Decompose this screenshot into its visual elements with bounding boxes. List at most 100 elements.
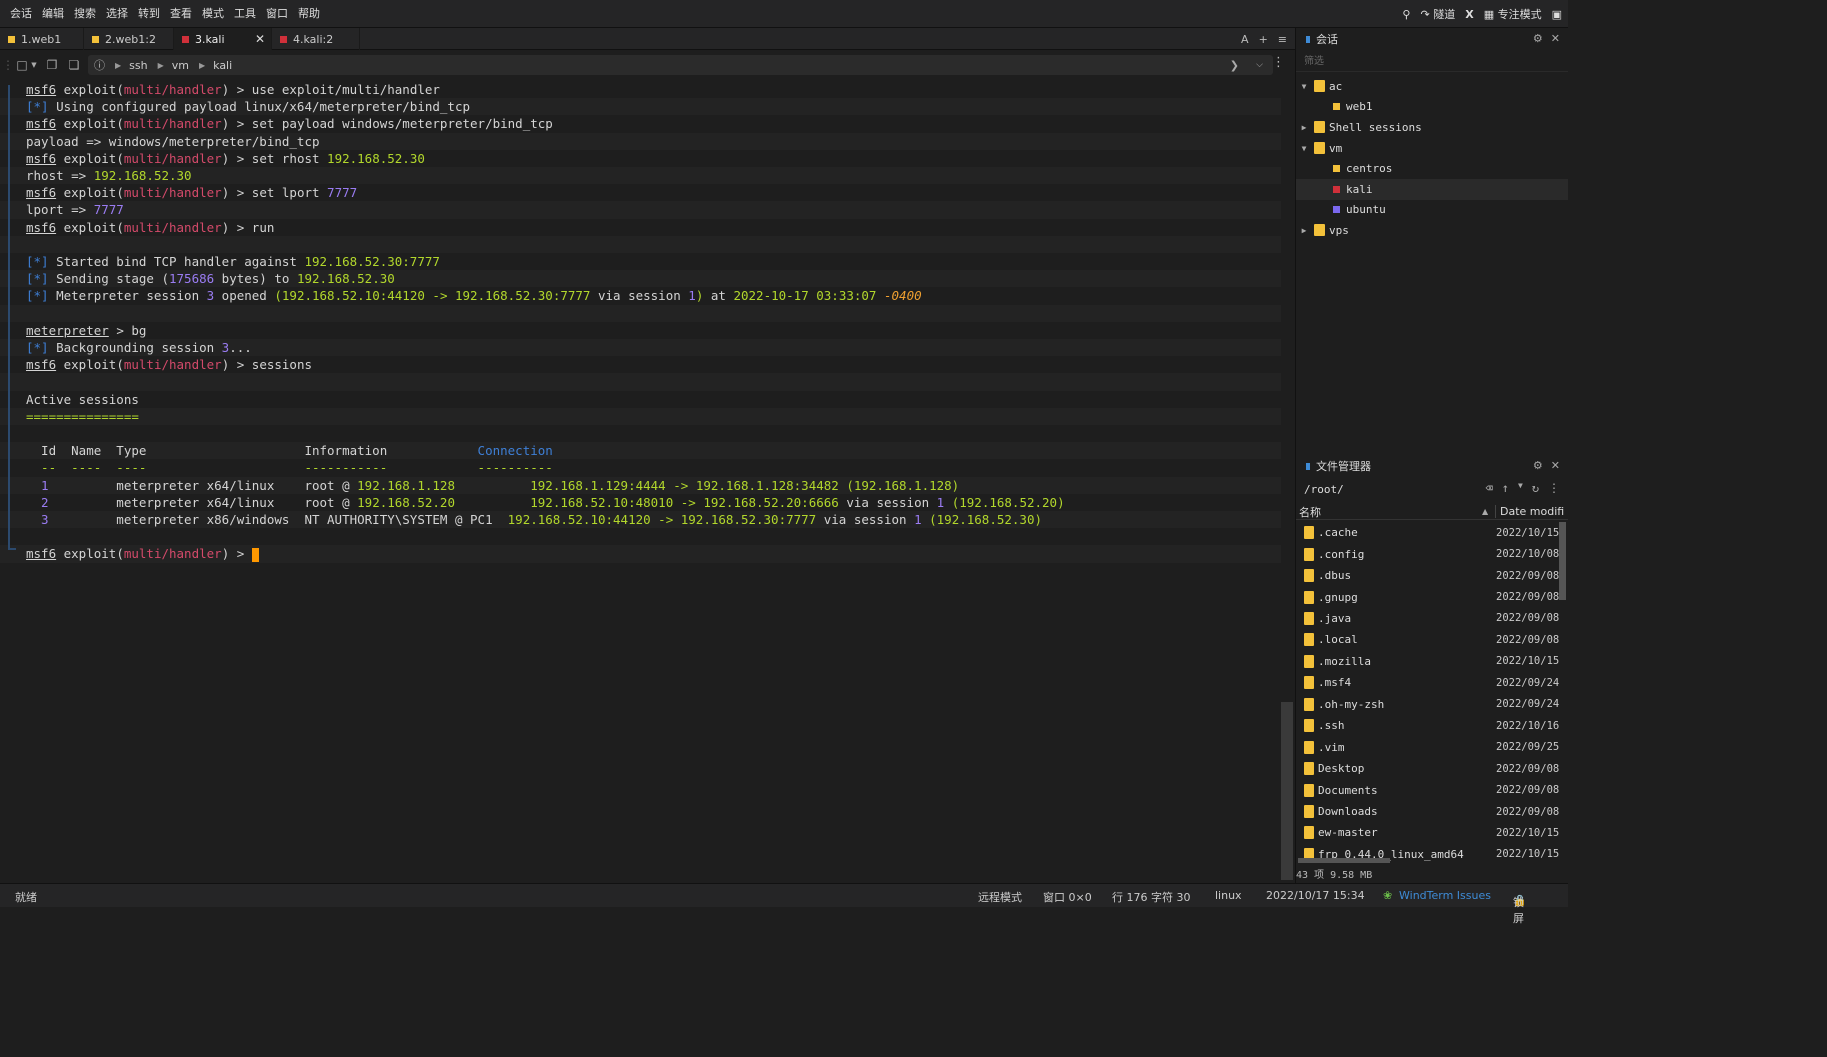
file-row[interactable]: .config 2022/10/08 (1296, 543, 1559, 564)
file-row[interactable]: .ssh 2022/10/16 (1296, 715, 1559, 736)
focus-icon: ▦ (1483, 8, 1495, 21)
tab-menu-icon[interactable]: ≡ (1278, 33, 1287, 46)
chevron-right-icon[interactable]: ▶ (1298, 226, 1310, 235)
breadcrumb-vm[interactable]: vm (172, 59, 189, 72)
menu-goto[interactable]: 转到 (133, 0, 165, 28)
file-date: 2022/09/08 (1496, 784, 1560, 797)
terminal-line: msf6 exploit(multi/handler) > set rhost … (0, 150, 1281, 167)
tab-kali-2[interactable]: 4.kali:2 (272, 28, 360, 50)
output-fold-bar[interactable] (8, 85, 10, 550)
focus-mode-button[interactable]: ▦ 专注模式 (1484, 6, 1542, 22)
new-session-icon[interactable]: □ (14, 57, 30, 73)
more-icon[interactable]: ⋮ (1548, 481, 1560, 495)
column-name[interactable]: 名称 (1299, 504, 1489, 520)
terminal-line (0, 304, 1281, 322)
font-icon[interactable]: A (1241, 33, 1249, 46)
file-row[interactable]: .mozilla 2022/10/15 (1296, 651, 1559, 672)
session-tree-item[interactable]: web1 (1296, 97, 1568, 118)
chevron-down-icon[interactable]: ▼ (1298, 144, 1310, 153)
session-tree-item[interactable]: centros (1296, 158, 1568, 179)
clear-icon[interactable]: ⌫ (1485, 481, 1492, 495)
session-tree-item[interactable]: ▼ ac (1296, 76, 1568, 97)
tab-kali[interactable]: 3.kali ✕ (174, 28, 272, 50)
file-row[interactable]: .vim 2022/09/25 (1296, 737, 1559, 758)
chevron-down-icon[interactable]: ▼ (1298, 82, 1310, 91)
chevron-right-icon[interactable]: ▶ (1298, 123, 1310, 132)
file-row[interactable]: .dbus 2022/09/08 (1296, 565, 1559, 586)
terminal-line: [*] Backgrounding session 3... (0, 339, 1281, 357)
more-icon[interactable]: ⋮ (1272, 55, 1285, 70)
session-color-marker (1333, 185, 1340, 193)
file-row[interactable]: Desktop 2022/09/08 (1296, 758, 1559, 779)
terminal-output[interactable]: msf6 exploit(multi/handler) > use exploi… (0, 80, 1281, 880)
chevron-down-icon[interactable]: ▼ (1518, 481, 1523, 495)
tab-web1[interactable]: 1.web1 (0, 28, 84, 50)
session-tree-item[interactable]: kali (1296, 179, 1568, 200)
session-tree-item[interactable]: ▶ Shell sessions (1296, 117, 1568, 138)
menu-session[interactable]: 会话 (5, 0, 37, 28)
sessions-panel-header: 会话 ⚙ ✕ (1296, 29, 1568, 49)
folder-icon (1304, 783, 1314, 797)
file-row[interactable]: .local 2022/09/08 (1296, 629, 1559, 650)
gear-icon[interactable]: ⚙ (1533, 459, 1543, 472)
terminal-scrollbar[interactable] (1281, 702, 1293, 880)
file-count-summary: 43 项 9.58 MB (1296, 870, 1373, 881)
file-row[interactable]: Downloads 2022/09/08 (1296, 801, 1559, 822)
column-date-modified[interactable]: Date modifi (1495, 505, 1564, 518)
menu-mode[interactable]: 模式 (197, 0, 229, 28)
menu-edit[interactable]: 编辑 (37, 0, 69, 28)
chevron-down-icon[interactable]: ▼ (30, 57, 38, 73)
add-tab-icon[interactable]: + (1259, 33, 1268, 46)
drag-handle-icon[interactable]: ⋮ (2, 57, 14, 73)
terminal-line: [*] Using configured payload linux/x64/m… (0, 98, 1281, 116)
close-icon[interactable]: ✕ (1551, 459, 1560, 472)
search-icon[interactable]: ⚲ (1402, 8, 1410, 21)
session-tree-item[interactable]: ▶ vps (1296, 220, 1568, 241)
status-cursor-position[interactable]: 行 176 字符 30 (1112, 889, 1190, 905)
session-tree-item[interactable]: ▼ vm (1296, 138, 1568, 159)
status-remote-mode[interactable]: 远程模式 (978, 889, 1022, 905)
file-list-hscrollbar[interactable] (1298, 858, 1390, 863)
tab-web1-2[interactable]: 2.web1:2 (84, 28, 174, 50)
chevron-down-icon[interactable]: ⌵ (1256, 60, 1263, 70)
info-icon[interactable]: ⓘ (94, 57, 105, 73)
menu-view[interactable]: 查看 (165, 0, 197, 28)
terminal-line: msf6 exploit(multi/handler) > set lport … (0, 184, 1281, 201)
file-row[interactable]: Documents 2022/09/08 (1296, 779, 1560, 800)
terminal-line-text: 2 meterpreter x64/linux root @ 192.168.5… (26, 494, 1065, 510)
menu-search[interactable]: 搜索 (69, 0, 101, 28)
layout-icon[interactable]: ▣ (1552, 8, 1562, 21)
file-name: .dbus (1318, 569, 1352, 583)
close-icon[interactable]: ✕ (1551, 32, 1560, 45)
file-row[interactable]: .cache 2022/10/15 (1296, 522, 1559, 543)
gear-icon[interactable]: ⚙ (1533, 32, 1543, 45)
duplicate-session-icon[interactable]: ❐ (44, 57, 60, 73)
breadcrumb-ssh[interactable]: ssh (129, 59, 147, 72)
sessions-panel-title: 会话 (1316, 33, 1338, 46)
file-row[interactable]: .oh-my-zsh 2022/09/24 (1296, 694, 1559, 715)
close-icon[interactable]: ✕ (255, 32, 265, 46)
session-tree-item[interactable]: ubuntu (1296, 200, 1568, 221)
file-name: Downloads (1318, 805, 1378, 819)
x-button[interactable]: X (1465, 8, 1473, 21)
file-path-input[interactable]: /root/ (1304, 483, 1484, 496)
terminal-line: meterpreter > bg (0, 322, 1281, 339)
windterm-issues-link[interactable]: WindTerm Issues (1399, 889, 1491, 902)
menu-tools[interactable]: 工具 (229, 0, 261, 28)
session-filter-input[interactable]: 筛选 (1296, 52, 1568, 72)
refresh-icon[interactable]: ↻ (1532, 481, 1539, 495)
clone-icon[interactable]: ❏ (66, 57, 82, 73)
menu-select[interactable]: 选择 (101, 0, 133, 28)
file-row[interactable]: .msf4 2022/09/24 (1296, 672, 1559, 693)
file-name: .ssh (1318, 719, 1345, 733)
chevron-right-icon[interactable]: ❯ (1230, 59, 1239, 72)
breadcrumb-kali[interactable]: kali (213, 59, 232, 72)
menu-window[interactable]: 窗口 (261, 0, 293, 28)
file-row[interactable]: .gnupg 2022/09/08 (1296, 586, 1559, 607)
tunnel-button[interactable]: ↷ 隧道 (1420, 6, 1455, 22)
file-list-scrollbar[interactable] (1559, 522, 1566, 600)
file-row[interactable]: .java 2022/09/08 (1296, 608, 1559, 629)
menu-help[interactable]: 帮助 (293, 0, 325, 28)
file-row[interactable]: ew-master 2022/10/15 (1296, 822, 1559, 843)
up-arrow-icon[interactable]: ↑ (1502, 481, 1509, 495)
